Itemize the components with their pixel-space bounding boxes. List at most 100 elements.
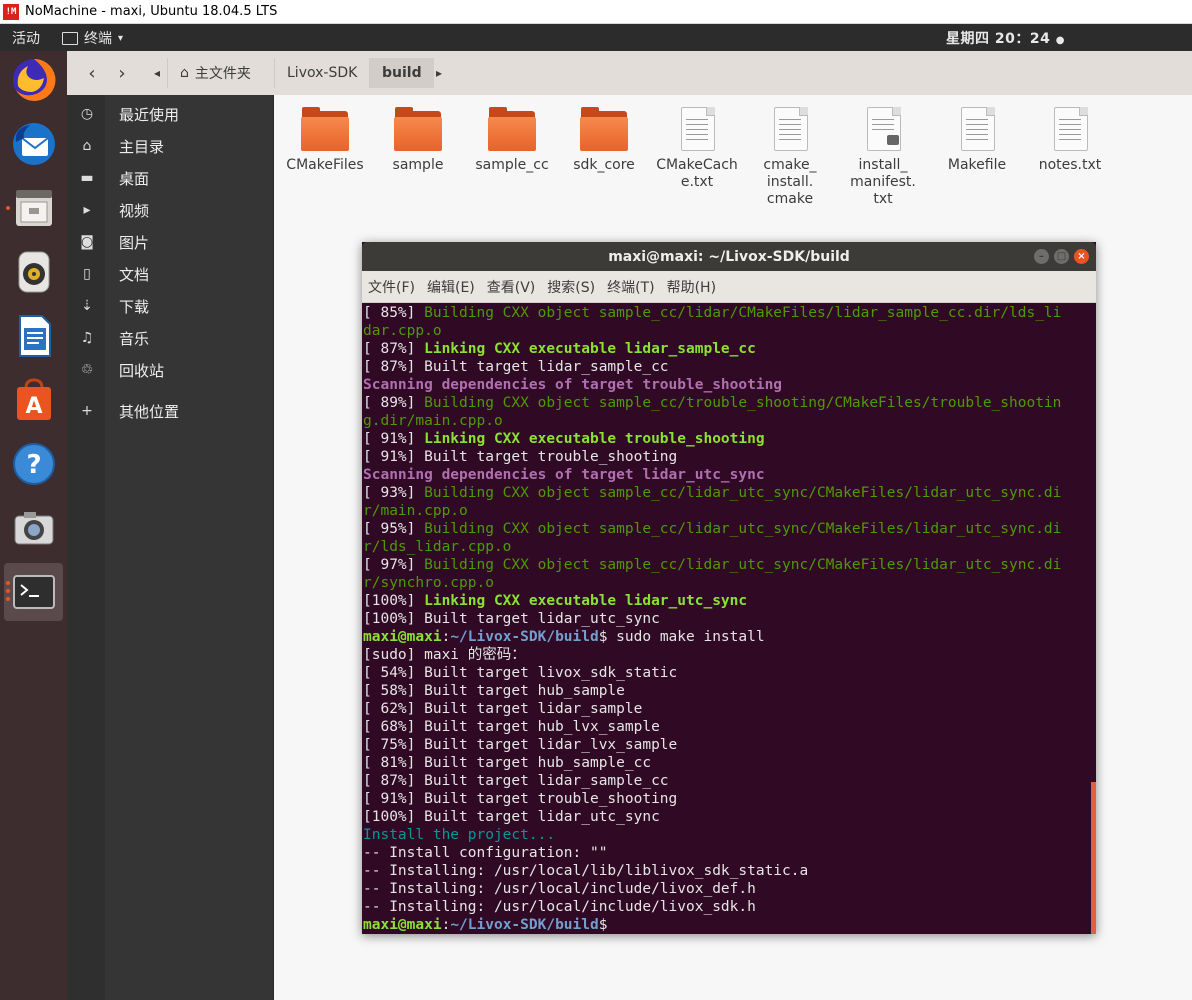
breadcrumb-scroll-right[interactable]: ▸ bbox=[429, 58, 449, 88]
sidebar-item-downloads[interactable]: ⇣ 下载 bbox=[67, 290, 273, 322]
menu-search[interactable]: 搜索(S) bbox=[547, 277, 595, 297]
terminal-line: [ 54%] Built target livox_sdk_static bbox=[363, 665, 678, 681]
notification-dot-icon: ● bbox=[1055, 35, 1065, 46]
terminal-line: [ 87%] Linking CXX executable lidar_samp… bbox=[363, 341, 756, 357]
terminal-line: [ 81%] Built target hub_sample_cc bbox=[363, 755, 652, 771]
terminal-output[interactable]: [ 85%] Building CXX object sample_cc/lid… bbox=[363, 304, 1083, 934]
sidebar-item-videos[interactable]: ▸ 视频 bbox=[67, 194, 273, 226]
menu-edit[interactable]: 编辑(E) bbox=[427, 277, 475, 297]
nomachine-title: NoMachine - maxi, Ubuntu 18.04.5 LTS bbox=[25, 4, 278, 19]
app-menu-button[interactable]: 终端 ▾ bbox=[62, 28, 123, 48]
file-item-cmakecache[interactable]: CMakeCach e.txt bbox=[652, 101, 742, 191]
terminal-icon bbox=[12, 575, 55, 609]
menu-file[interactable]: 文件(F) bbox=[368, 277, 415, 297]
running-indicator bbox=[6, 206, 10, 210]
maximize-button[interactable]: □ bbox=[1054, 249, 1069, 264]
files-sidebar: ◷ 最近使用 ⌂ 主目录 ▬ 桌面 ▸ 视频 ◙ 图片 ▯ 文档 ⇣ 下载 ♫ 音乐 ♲ 回收站 … bbox=[67, 95, 274, 1000]
minimize-button[interactable]: – bbox=[1034, 249, 1049, 264]
terminal-line: [ 89%] Building CXX object sample_cc/tro… bbox=[363, 395, 1062, 411]
breadcrumb-livox-sdk[interactable]: Livox-SDK bbox=[274, 58, 369, 88]
terminal-scrollbar[interactable] bbox=[1091, 782, 1096, 934]
terminal-line: [ 91%] Built target trouble_shooting bbox=[363, 791, 678, 807]
breadcrumb-build[interactable]: build bbox=[369, 58, 434, 88]
file-item-cmakefiles[interactable]: CMakeFiles bbox=[280, 101, 370, 174]
terminal-title-bar[interactable]: maxi@maxi: ~/Livox-SDK/build – □ × bbox=[362, 242, 1096, 271]
menu-view[interactable]: 查看(V) bbox=[487, 277, 536, 297]
sidebar-item-pictures[interactable]: ◙ 图片 bbox=[67, 226, 273, 258]
breadcrumb-scroll-left[interactable]: ◂ bbox=[147, 58, 167, 88]
file-item-cmake-install[interactable]: cmake_ install. cmake bbox=[745, 101, 835, 208]
menu-terminal[interactable]: 终端(T) bbox=[607, 277, 654, 297]
download-icon: ⇣ bbox=[81, 298, 93, 314]
terminal-line: [ 85%] Building CXX object sample_cc/lid… bbox=[363, 305, 1062, 321]
software-icon: A bbox=[16, 378, 51, 420]
dock-thunderbird[interactable] bbox=[4, 115, 63, 173]
help-icon: ? bbox=[12, 443, 55, 485]
terminal-line: [ 95%] Building CXX object sample_cc/lid… bbox=[363, 521, 1062, 537]
forward-button[interactable]: › bbox=[107, 58, 137, 88]
terminal-line: [ 91%] Linking CXX executable trouble_sh… bbox=[363, 431, 765, 447]
file-item-install-manifest[interactable]: install_ manifest. txt bbox=[838, 101, 928, 208]
breadcrumb-home-label: 主文件夹 bbox=[194, 66, 251, 82]
folder-icon bbox=[301, 105, 349, 153]
close-button[interactable]: × bbox=[1074, 249, 1089, 264]
back-button[interactable]: ‹ bbox=[77, 58, 107, 88]
activities-button[interactable]: 活动 bbox=[12, 28, 40, 48]
dock-rhythmbox[interactable] bbox=[4, 243, 63, 301]
terminal-line: [ 87%] Built target lidar_sample_cc bbox=[363, 359, 669, 375]
sidebar-item-desktop[interactable]: ▬ 桌面 bbox=[67, 162, 273, 194]
file-item-sample[interactable]: sample bbox=[373, 101, 463, 174]
file-item-notes[interactable]: notes.txt bbox=[1025, 101, 1115, 174]
sidebar-item-recent[interactable]: ◷ 最近使用 bbox=[67, 98, 273, 130]
clock[interactable]: 星期四 20：24 ● bbox=[946, 28, 1065, 48]
breadcrumb-home[interactable]: ⌂ 主文件夹 bbox=[167, 58, 263, 88]
sidebar-item-home[interactable]: ⌂ 主目录 bbox=[67, 130, 273, 162]
text-file-icon bbox=[766, 105, 814, 153]
svg-text:?: ? bbox=[26, 450, 41, 480]
menu-help[interactable]: 帮助(H) bbox=[667, 277, 716, 297]
terminal-line: Install the project... bbox=[363, 827, 556, 843]
folder-icon bbox=[488, 105, 536, 153]
breadcrumb-parent-label: Livox-SDK bbox=[287, 65, 358, 81]
clock-icon: ◷ bbox=[80, 106, 94, 122]
file-item-makefile[interactable]: Makefile bbox=[932, 101, 1022, 174]
dock-help[interactable]: ? bbox=[4, 435, 63, 493]
terminal-line: [sudo] maxi 的密码： bbox=[363, 647, 526, 663]
running-indicator bbox=[6, 597, 10, 601]
terminal-line: [ 62%] Built target lidar_sample bbox=[363, 701, 643, 717]
folder-icon bbox=[580, 105, 628, 153]
text-file-icon bbox=[673, 105, 721, 153]
sidebar-item-music[interactable]: ♫ 音乐 bbox=[67, 322, 273, 354]
dock-firefox[interactable] bbox=[4, 51, 63, 109]
triangle-right-icon: ▸ bbox=[435, 66, 443, 80]
terminal-small-icon bbox=[62, 31, 78, 45]
text-file-icon bbox=[953, 105, 1001, 153]
files-icon bbox=[15, 190, 52, 226]
document-icon: ▯ bbox=[83, 266, 91, 282]
file-item-sample-cc[interactable]: sample_cc bbox=[467, 101, 557, 174]
sidebar-item-documents[interactable]: ▯ 文档 bbox=[67, 258, 273, 290]
writer-icon bbox=[18, 315, 51, 357]
music-icon: ♫ bbox=[80, 330, 94, 346]
sidebar-item-other-locations[interactable]: + 其他位置 bbox=[67, 395, 273, 427]
terminal-menubar: 文件(F) 编辑(E) 查看(V) 搜索(S) 终端(T) 帮助(H) bbox=[362, 271, 1096, 303]
folder-icon: ▬ bbox=[80, 170, 94, 186]
dock-terminal[interactable] bbox=[4, 563, 63, 621]
terminal-line: -- Installing: /usr/local/lib/liblivox_s… bbox=[363, 863, 809, 879]
terminal-line: [ 87%] Built target lidar_sample_cc bbox=[363, 773, 669, 789]
file-item-sdk-core[interactable]: sdk_core bbox=[559, 101, 649, 174]
dock-screenshot[interactable] bbox=[4, 499, 63, 557]
running-indicator bbox=[6, 581, 10, 585]
dock-software[interactable]: A bbox=[4, 371, 63, 429]
sidebar-item-trash[interactable]: ♲ 回收站 bbox=[67, 354, 273, 386]
files-header-bar: ‹ › ◂ ⌂ 主文件夹 Livox-SDK build ▸ bbox=[67, 51, 1192, 96]
terminal-line: r/synchro.cpp.o bbox=[363, 575, 494, 591]
terminal-window[interactable]: maxi@maxi: ~/Livox-SDK/build – □ × 文件(F)… bbox=[362, 242, 1096, 934]
terminal-line: [100%] Built target lidar_utc_sync bbox=[363, 809, 660, 825]
dock-files[interactable] bbox=[4, 179, 63, 237]
dock-writer[interactable] bbox=[4, 307, 63, 365]
terminal-line: g.dir/main.cpp.o bbox=[363, 413, 503, 429]
terminal-line: [ 58%] Built target hub_sample bbox=[363, 683, 625, 699]
terminal-title: maxi@maxi: ~/Livox-SDK/build bbox=[608, 248, 850, 265]
breadcrumb-current-label: build bbox=[382, 65, 422, 81]
